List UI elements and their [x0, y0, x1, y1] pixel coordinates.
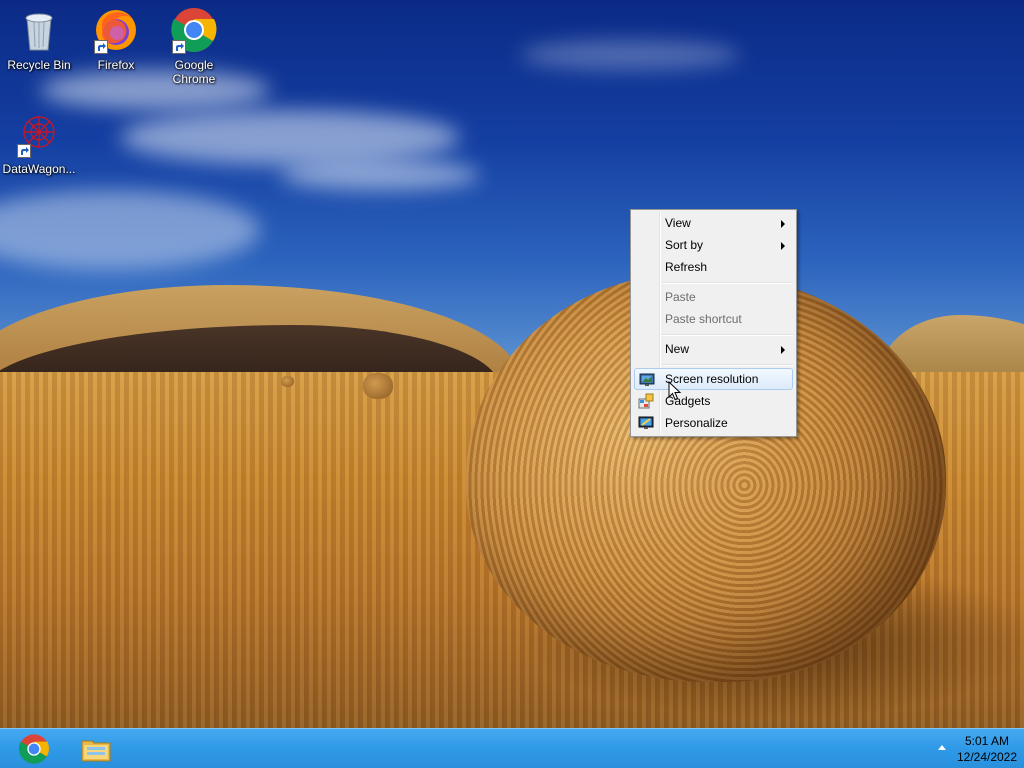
menu-item-label: New: [665, 342, 690, 356]
desktop-icon-google-chrome[interactable]: Google Chrome: [155, 6, 233, 86]
shortcut-arrow-icon: [172, 40, 186, 54]
menu-item-view[interactable]: View: [634, 212, 793, 234]
menu-item-refresh[interactable]: Refresh: [634, 256, 793, 278]
submenu-arrow-icon: [781, 220, 785, 228]
taskbar-file-explorer-button[interactable]: [68, 731, 124, 767]
shortcut-arrow-icon: [17, 144, 31, 158]
wallpaper-cloud: [280, 160, 480, 190]
personalize-icon: [638, 415, 654, 431]
desktop-icon-datawagon[interactable]: DataWagon...: [0, 110, 78, 176]
menu-item-new[interactable]: New: [634, 338, 793, 360]
shortcut-arrow-icon: [94, 40, 108, 54]
submenu-arrow-icon: [781, 346, 785, 354]
menu-item-label: Paste: [665, 290, 696, 304]
desktop-icon-label: DataWagon...: [2, 162, 76, 176]
menu-separator: [662, 364, 793, 366]
desktop-wallpaper[interactable]: [0, 0, 1024, 728]
menu-item-personalize[interactable]: Personalize: [634, 412, 793, 434]
wallpaper-cloud: [520, 40, 740, 70]
wallpaper-hay-bale: [363, 373, 393, 399]
desktop-icon-label: Recycle Bin: [7, 58, 71, 72]
recycle-bin-icon: [15, 6, 63, 54]
clock-time: 5:01 AM: [964, 734, 1010, 748]
wallpaper-cloud: [120, 110, 460, 165]
submenu-arrow-icon: [781, 242, 785, 250]
gadgets-icon: [638, 393, 654, 409]
menu-item-label: Sort by: [665, 238, 704, 252]
menu-item-screen-resolution[interactable]: Screen resolution: [634, 368, 793, 390]
menu-item-paste-shortcut[interactable]: Paste shortcut: [634, 308, 793, 330]
wallpaper-hay-bale: [281, 376, 294, 387]
menu-separator: [662, 282, 793, 284]
desktop-icon-label: Firefox: [97, 58, 135, 72]
chrome-icon: [18, 733, 50, 765]
screen-resolution-icon: [639, 372, 655, 388]
taskbar: 5:01 AM 12/24/2022: [0, 728, 1024, 768]
mouse-cursor-icon: [668, 380, 682, 401]
menu-item-label: View: [665, 216, 691, 230]
datawagon-icon: [15, 110, 63, 158]
desktop-context-menu: View Sort by Refresh Paste Paste shortcu…: [630, 209, 797, 437]
desktop-icon-label: Google Chrome: [172, 58, 216, 86]
desktop-icon-recycle-bin[interactable]: Recycle Bin: [0, 6, 78, 72]
menu-item-label: Personalize: [665, 416, 728, 430]
menu-item-paste[interactable]: Paste: [634, 286, 793, 308]
menu-item-sort-by[interactable]: Sort by: [634, 234, 793, 256]
menu-item-label: Refresh: [665, 260, 708, 274]
system-clock[interactable]: 5:01 AM 12/24/2022: [950, 733, 1024, 765]
show-hidden-icons-chevron-up-icon[interactable]: [938, 745, 946, 750]
menu-separator: [662, 334, 793, 336]
firefox-icon: [92, 6, 140, 54]
file-explorer-icon: [80, 733, 112, 765]
chrome-icon: [170, 6, 218, 54]
desktop-icon-firefox[interactable]: Firefox: [77, 6, 155, 72]
clock-date: 12/24/2022: [956, 750, 1018, 764]
menu-item-gadgets[interactable]: Gadgets: [634, 390, 793, 412]
taskbar-chrome-button[interactable]: [6, 731, 62, 767]
menu-item-label: Paste shortcut: [665, 312, 742, 326]
